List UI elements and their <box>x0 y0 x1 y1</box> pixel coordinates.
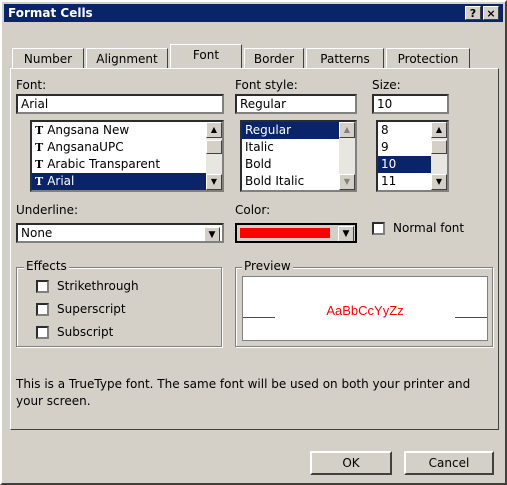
size-label: Size: <box>372 78 401 92</box>
font-style-list[interactable]: Regular Italic Bold Bold Italic ▲ ▼ <box>240 120 357 192</box>
preview-title: Preview <box>242 259 293 273</box>
subscript-checkbox[interactable] <box>36 326 49 339</box>
strikethrough-checkbox[interactable] <box>36 280 49 293</box>
color-select[interactable]: ▼ <box>235 223 357 243</box>
font-list[interactable]: T Angsana New T AngsanaUPC T Arabic Transpa… <box>30 120 224 192</box>
scroll-thumb[interactable] <box>431 140 447 154</box>
normal-font-label[interactable]: Normal font <box>393 221 464 235</box>
size-list[interactable]: 8 9 10 11 ▲ ▼ <box>376 120 449 192</box>
tab-alignment[interactable]: Alignment <box>86 48 168 68</box>
font-label: Font: <box>16 78 47 92</box>
close-button[interactable]: × <box>483 6 499 20</box>
size-input[interactable]: 10 <box>372 94 449 114</box>
tab-border[interactable]: Border <box>244 48 304 68</box>
font-input[interactable]: Arial <box>16 94 224 114</box>
font-description: This is a TrueType font. The same font w… <box>16 377 471 408</box>
tab-font[interactable]: Font <box>170 44 242 68</box>
window-title: Format Cells <box>8 6 93 20</box>
underline-label: Underline: <box>16 203 79 217</box>
dropdown-arrow-icon[interactable]: ▼ <box>204 227 220 241</box>
scroll-up-icon[interactable]: ▲ <box>431 122 447 138</box>
font-list-item[interactable]: T Angsana New <box>32 122 222 139</box>
normal-font-checkbox[interactable] <box>372 222 385 235</box>
scroll-down-icon[interactable]: ▼ <box>431 174 447 190</box>
title-bar: Format Cells ? × <box>4 4 503 22</box>
cancel-button[interactable]: Cancel <box>404 451 494 475</box>
size-scrollbar[interactable]: ▲ ▼ <box>431 122 447 190</box>
truetype-icon: T <box>35 158 44 171</box>
ok-button[interactable]: OK <box>310 451 392 475</box>
color-swatch <box>240 228 330 238</box>
dropdown-arrow-icon[interactable]: ▼ <box>338 226 354 241</box>
scroll-down-icon[interactable]: ▼ <box>339 174 355 190</box>
effects-title: Effects <box>24 259 69 273</box>
truetype-icon: T <box>35 175 44 188</box>
font-style-input[interactable]: Regular <box>235 94 357 114</box>
truetype-icon: T <box>35 141 44 154</box>
superscript-checkbox[interactable] <box>36 303 49 316</box>
font-list-item-selected[interactable]: T Arial <box>32 173 222 190</box>
scroll-up-icon[interactable]: ▲ <box>339 122 355 138</box>
color-label: Color: <box>235 203 271 217</box>
scroll-down-icon[interactable]: ▼ <box>206 174 222 190</box>
font-list-scrollbar[interactable]: ▲ ▼ <box>206 122 222 190</box>
preview-sample-text: AaBbCcYyZz <box>326 303 404 318</box>
scroll-up-icon[interactable]: ▲ <box>206 122 222 138</box>
underline-value: None <box>21 226 53 240</box>
font-list-item[interactable]: T AngsanaUPC <box>32 139 222 156</box>
font-style-scrollbar[interactable]: ▲ ▼ <box>339 122 355 190</box>
tab-protection[interactable]: Protection <box>386 48 470 68</box>
help-button[interactable]: ? <box>465 6 481 20</box>
tab-number[interactable]: Number <box>12 48 84 68</box>
superscript-label[interactable]: Superscript <box>57 302 126 316</box>
truetype-icon: T <box>35 124 44 137</box>
font-style-label: Font style: <box>235 78 298 92</box>
strikethrough-label[interactable]: Strikethrough <box>57 279 139 293</box>
subscript-label[interactable]: Subscript <box>57 325 113 339</box>
underline-select[interactable]: None ▼ <box>16 223 224 243</box>
font-list-item[interactable]: T Arabic Transparent <box>32 156 222 173</box>
preview-box: AaBbCcYyZz <box>242 276 488 341</box>
format-cells-dialog: Format Cells ? × Number Alignment Font B… <box>0 0 507 485</box>
scroll-thumb[interactable] <box>206 140 222 154</box>
tab-patterns[interactable]: Patterns <box>306 48 384 68</box>
